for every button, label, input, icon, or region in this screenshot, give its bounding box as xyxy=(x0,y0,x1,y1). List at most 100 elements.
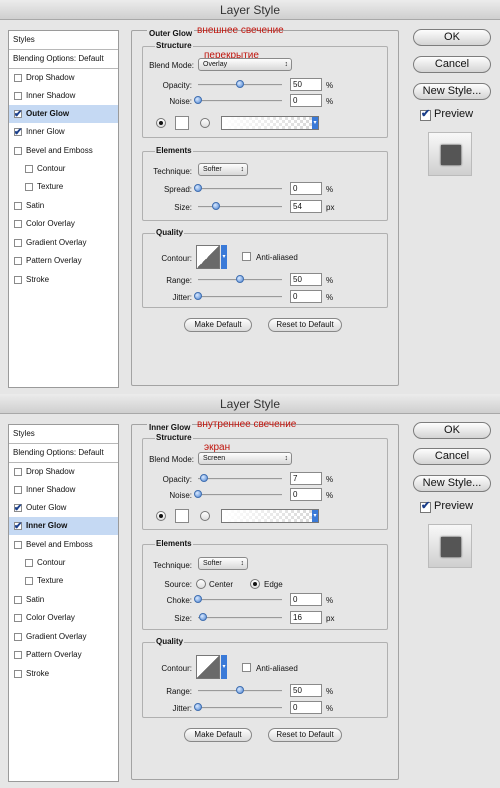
blend-mode-select[interactable]: Overlay ↕ xyxy=(198,58,292,71)
ok-button[interactable]: OK xyxy=(413,422,491,439)
cancel-button[interactable]: Cancel xyxy=(413,448,491,465)
styles-header[interactable]: Styles xyxy=(13,31,122,49)
make-default-button[interactable]: Make Default xyxy=(184,728,252,742)
new-style-button[interactable]: New Style... xyxy=(413,475,491,492)
dropdown-arrow-icon[interactable]: ▾ xyxy=(312,117,318,129)
checkbox-pattern-overlay[interactable] xyxy=(14,257,22,265)
spread-input[interactable]: 0 xyxy=(290,182,322,195)
contour-dropdown-arrow-icon[interactable]: ▾ xyxy=(221,655,227,679)
style-item-stroke[interactable]: Stroke xyxy=(9,271,118,289)
opacity-input[interactable]: 7 xyxy=(290,472,322,485)
checkbox-gradient-overlay[interactable] xyxy=(14,633,22,641)
style-item-contour[interactable]: Contour xyxy=(9,554,118,572)
anti-aliased-checkbox[interactable] xyxy=(242,663,251,672)
style-item-gradient-overlay[interactable]: Gradient Overlay xyxy=(9,628,118,646)
glow-gradient-picker[interactable]: ▾ xyxy=(221,509,319,523)
checkbox-stroke[interactable] xyxy=(14,670,22,678)
jitter-slider-thumb[interactable] xyxy=(194,292,202,300)
opacity-input[interactable]: 50 xyxy=(290,78,322,91)
reset-to-default-button[interactable]: Reset to Default xyxy=(268,318,342,332)
size-slider-thumb[interactable] xyxy=(199,613,208,621)
contour-picker[interactable] xyxy=(196,655,220,679)
style-item-pattern-overlay[interactable]: Pattern Overlay xyxy=(9,646,118,664)
noise-slider-track[interactable] xyxy=(198,494,282,496)
range-input[interactable]: 50 xyxy=(290,684,322,697)
opacity-slider-track[interactable] xyxy=(198,478,282,480)
checkbox-drop-shadow[interactable] xyxy=(14,468,22,476)
size-input[interactable]: 16 xyxy=(290,611,322,624)
style-item-pattern-overlay[interactable]: Pattern Overlay xyxy=(9,252,118,270)
choke-input[interactable]: 0 xyxy=(290,593,322,606)
checkbox-texture[interactable] xyxy=(25,577,33,585)
noise-input[interactable]: 0 xyxy=(290,94,322,107)
style-item-inner-shadow[interactable]: Inner Shadow xyxy=(9,481,118,499)
make-default-button[interactable]: Make Default xyxy=(184,318,252,332)
style-item-outer-glow[interactable]: Outer Glow xyxy=(9,499,118,518)
noise-slider-track[interactable] xyxy=(198,100,282,102)
noise-slider-thumb[interactable] xyxy=(194,490,202,498)
style-item-color-overlay[interactable]: Color Overlay xyxy=(9,215,118,233)
ok-button[interactable]: OK xyxy=(413,29,491,46)
noise-slider-thumb[interactable] xyxy=(194,96,202,104)
dropdown-arrow-icon[interactable]: ▾ xyxy=(312,510,318,522)
style-item-stroke[interactable]: Stroke xyxy=(9,665,118,683)
checkbox-outer-glow[interactable] xyxy=(14,500,22,518)
checkbox-bevel-emboss[interactable] xyxy=(14,541,22,549)
checkbox-gradient-overlay[interactable] xyxy=(14,239,22,247)
anti-aliased-checkbox[interactable] xyxy=(242,252,251,261)
gradient-radio[interactable] xyxy=(200,118,210,128)
jitter-input[interactable]: 0 xyxy=(290,290,322,303)
range-input[interactable]: 50 xyxy=(290,273,322,286)
checkbox-drop-shadow[interactable] xyxy=(14,74,22,82)
checkbox-pattern-overlay[interactable] xyxy=(14,651,22,659)
opacity-slider-thumb[interactable] xyxy=(236,80,244,88)
checkbox-texture[interactable] xyxy=(25,183,33,191)
gradient-radio[interactable] xyxy=(200,511,210,521)
style-item-satin[interactable]: Satin xyxy=(9,591,118,609)
style-item-satin[interactable]: Satin xyxy=(9,197,118,215)
style-item-inner-glow[interactable]: Inner Glow xyxy=(9,123,118,142)
technique-select[interactable]: Softer ↕ xyxy=(198,557,248,570)
spread-slider-track[interactable] xyxy=(198,188,282,190)
noise-input[interactable]: 0 xyxy=(290,488,322,501)
cancel-button[interactable]: Cancel xyxy=(413,56,491,73)
glow-color-swatch[interactable] xyxy=(175,116,189,130)
glow-color-swatch[interactable] xyxy=(175,509,189,523)
size-slider-track[interactable] xyxy=(198,206,282,208)
preview-checkbox[interactable] xyxy=(420,499,431,513)
style-item-texture[interactable]: Texture xyxy=(9,572,118,590)
checkbox-contour[interactable] xyxy=(25,559,33,567)
checkbox-color-overlay[interactable] xyxy=(14,220,22,228)
spread-slider-thumb[interactable] xyxy=(194,184,202,192)
technique-select[interactable]: Softer ↕ xyxy=(198,163,248,176)
source-center-radio[interactable] xyxy=(196,579,206,589)
checkbox-inner-shadow[interactable] xyxy=(14,92,22,100)
new-style-button[interactable]: New Style... xyxy=(413,83,491,100)
blending-options-item[interactable]: Blending Options: Default xyxy=(13,444,122,462)
reset-to-default-button[interactable]: Reset to Default xyxy=(268,728,342,742)
contour-picker[interactable] xyxy=(196,245,220,269)
style-item-inner-shadow[interactable]: Inner Shadow xyxy=(9,87,118,105)
blending-options-item[interactable]: Blending Options: Default xyxy=(13,50,122,68)
jitter-input[interactable]: 0 xyxy=(290,701,322,714)
jitter-slider-track[interactable] xyxy=(198,707,282,709)
choke-slider-thumb[interactable] xyxy=(194,595,202,603)
checkbox-inner-glow[interactable] xyxy=(14,124,22,142)
preview-checkbox[interactable] xyxy=(420,107,431,121)
solid-color-radio[interactable] xyxy=(156,118,166,128)
range-slider-thumb[interactable] xyxy=(236,275,244,283)
size-slider-track[interactable] xyxy=(198,617,282,619)
style-item-texture[interactable]: Texture xyxy=(9,178,118,196)
style-item-bevel-emboss[interactable]: Bevel and Emboss xyxy=(9,536,118,554)
checkbox-inner-shadow[interactable] xyxy=(14,486,22,494)
checkbox-satin[interactable] xyxy=(14,202,22,210)
range-slider-thumb[interactable] xyxy=(236,686,244,694)
source-edge-radio[interactable] xyxy=(250,579,260,589)
jitter-slider-thumb[interactable] xyxy=(194,703,202,711)
checkbox-satin[interactable] xyxy=(14,596,22,604)
size-input[interactable]: 54 xyxy=(290,200,322,213)
checkbox-inner-glow[interactable] xyxy=(14,518,22,536)
opacity-slider-thumb[interactable] xyxy=(199,474,208,482)
checkbox-outer-glow[interactable] xyxy=(14,106,22,124)
checkbox-color-overlay[interactable] xyxy=(14,614,22,622)
